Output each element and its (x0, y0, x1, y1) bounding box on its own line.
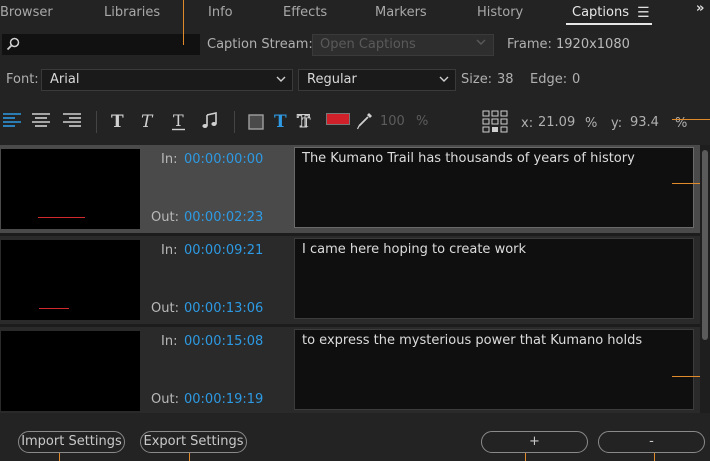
in-timecode[interactable]: 00:00:15:08 (184, 334, 263, 349)
svg-text:T: T (173, 112, 184, 130)
annotation-callout-line (672, 183, 700, 184)
svg-text:T: T (141, 112, 154, 130)
out-label: Out: (151, 301, 179, 316)
frame-label: Frame: (507, 37, 552, 52)
in-timecode[interactable]: 00:00:00:00 (184, 152, 263, 167)
remove-caption-button[interactable]: - (598, 431, 705, 453)
caption-text-field[interactable]: The Kumano Trail has thousands of years … (294, 147, 694, 228)
font-label: Font: (6, 72, 39, 87)
background-box-icon[interactable] (248, 114, 264, 130)
frame-value: 1920x1080 (556, 37, 630, 52)
text-color-swatch[interactable] (326, 113, 350, 125)
caption-stream-label: Caption Stream: (207, 37, 313, 52)
position-grid-icon[interactable] (482, 110, 508, 134)
caption-text-field[interactable]: I came here hoping to create work (294, 238, 694, 319)
caption-text: I came here hoping to create work (302, 242, 527, 257)
tab-info[interactable]: Info (208, 5, 233, 20)
caption-stream-value: Open Captions (320, 37, 416, 52)
tab-effects[interactable]: Effects (283, 5, 327, 20)
tab-captions[interactable]: Captions (572, 5, 629, 20)
add-caption-button[interactable]: + (481, 431, 588, 453)
tab-browser[interactable]: Browser (0, 5, 53, 20)
caption-item[interactable]: In: 00:00:09:21 Out: 00:00:13:06 I came … (0, 236, 700, 324)
annotation-callout-line (672, 376, 700, 377)
overflow-icon[interactable]: » (696, 1, 704, 16)
annotation-callout-line (654, 453, 655, 461)
out-label: Out: (151, 392, 179, 407)
annotation-callout-line (525, 453, 526, 461)
text-outline-icon[interactable]: T T (296, 112, 316, 130)
eyedropper-icon[interactable] (356, 111, 374, 131)
in-label: In: (161, 152, 178, 167)
in-label: In: (161, 243, 178, 258)
edge-value[interactable]: 0 (572, 72, 580, 87)
search-icon (6, 37, 20, 51)
caption-text: to express the mysterious power that Kum… (302, 333, 643, 348)
caption-thumbnail-text-preview (38, 217, 85, 218)
position-y-label: y: (611, 116, 623, 131)
chevron-down-icon (276, 76, 286, 82)
underline-icon[interactable]: T (170, 112, 188, 132)
tab-markers[interactable]: Markers (375, 5, 427, 20)
position-x-value[interactable]: 21.09 (538, 115, 575, 130)
search-input[interactable] (2, 34, 200, 55)
svg-text:T: T (302, 116, 311, 130)
annotation-callout-line (189, 453, 190, 461)
annotation-callout-line (672, 119, 710, 120)
position-y-value[interactable]: 93.4 (630, 115, 659, 130)
out-timecode[interactable]: 00:00:13:06 (184, 301, 263, 316)
toolbar-divider (96, 111, 97, 133)
annotation-callout-line (59, 453, 60, 461)
size-value[interactable]: 38 (497, 72, 514, 87)
annotation-callout-line (183, 0, 184, 45)
export-settings-button[interactable]: Export Settings (140, 431, 247, 453)
out-timecode[interactable]: 00:00:02:23 (184, 210, 263, 225)
active-tab-underline (566, 23, 652, 25)
chevron-down-icon (439, 76, 449, 82)
edge-label: Edge: (530, 72, 568, 87)
opacity-unit: % (416, 114, 429, 129)
align-right-icon[interactable] (62, 112, 82, 130)
import-settings-button[interactable]: Import Settings (18, 431, 125, 453)
caption-text: The Kumano Trail has thousands of years … (302, 151, 635, 166)
align-center-icon[interactable] (31, 112, 51, 130)
caption-list: In: 00:00:00:00 Out: 00:00:02:23 The Kum… (0, 145, 700, 413)
scrollbar-thumb[interactable] (702, 150, 708, 340)
svg-text:T: T (111, 112, 124, 130)
font-style-value: Regular (307, 72, 357, 87)
italic-icon[interactable]: T (139, 112, 157, 130)
tab-libraries[interactable]: Libraries (104, 5, 160, 20)
panel-menu-icon[interactable]: ☰ (637, 5, 650, 21)
caption-thumbnail (1, 331, 140, 411)
caption-thumbnail (1, 240, 140, 320)
bold-icon[interactable]: T (109, 112, 127, 130)
out-timecode[interactable]: 00:00:19:19 (184, 392, 263, 407)
align-left-icon[interactable] (2, 112, 22, 130)
caption-item[interactable]: In: 00:00:15:08 Out: 00:00:19:19 to expr… (0, 327, 700, 413)
position-x-unit: % (585, 116, 598, 131)
position-x-label: x: (521, 116, 534, 131)
text-color-icon[interactable]: T (272, 112, 290, 130)
font-family-value: Arial (50, 72, 80, 87)
chevron-down-icon (476, 39, 486, 45)
out-label: Out: (151, 210, 179, 225)
caption-thumbnail-text-preview (39, 308, 69, 309)
toolbar-divider (234, 111, 235, 133)
in-label: In: (161, 334, 178, 349)
tab-history[interactable]: History (477, 5, 523, 20)
caption-text-field[interactable]: to express the mysterious power that Kum… (294, 329, 694, 410)
caption-item[interactable]: In: 00:00:00:00 Out: 00:00:02:23 The Kum… (0, 145, 700, 233)
music-note-icon[interactable] (201, 112, 219, 130)
opacity-value[interactable]: 100 (380, 114, 405, 129)
svg-text:T: T (274, 112, 287, 130)
caption-thumbnail (1, 149, 140, 229)
size-label: Size: (461, 72, 493, 87)
in-timecode[interactable]: 00:00:09:21 (184, 243, 263, 258)
